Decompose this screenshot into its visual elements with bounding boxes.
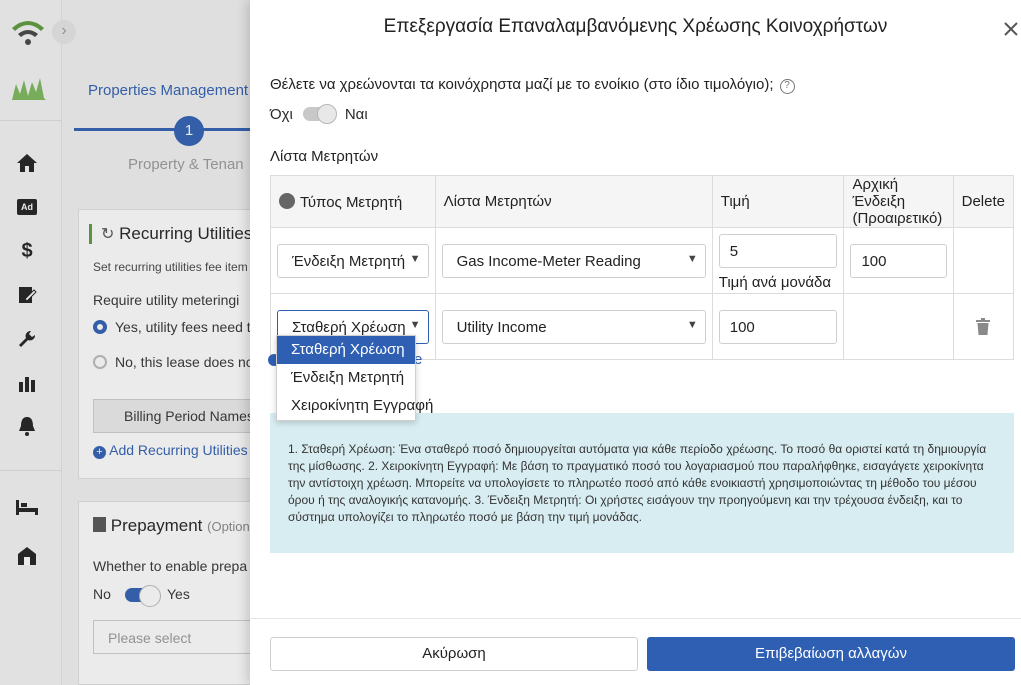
- cancel-button[interactable]: Ακύρωση: [270, 637, 638, 671]
- chevron-down-icon: ▼: [686, 318, 698, 331]
- meter-icon: [279, 192, 295, 209]
- toggle-on-label: Ναι: [344, 105, 368, 123]
- meter-type-select[interactable]: Ένδειξη Μετρητή ▼: [277, 243, 429, 278]
- header-delete: Delete: [952, 175, 1015, 228]
- delete-row-button[interactable]: [960, 294, 1007, 359]
- trash-icon: [976, 318, 991, 335]
- table-row: Ένδειξη Μετρητή ▼ Gas Income-Meter Readin…: [270, 227, 1015, 294]
- info-box: 1. Σταθερή Χρέωση: Ένα σταθερό ποσό δημι…: [270, 413, 1014, 553]
- help-icon[interactable]: ?: [779, 79, 795, 94]
- close-button[interactable]: [1001, 20, 1021, 40]
- header-meter-type: Τύπος Μετρητή: [270, 175, 436, 228]
- confirm-button[interactable]: Επιβεβαίωση αλλαγών: [647, 637, 1015, 671]
- chevron-down-icon: ▼: [409, 252, 421, 265]
- footer-divider: [250, 618, 1021, 619]
- same-invoice-question: Θέλετε να χρεώνονται τα κοινόχρηστα μαζί…: [270, 76, 795, 94]
- chevron-down-icon: ▼: [686, 252, 698, 265]
- dropdown-option-meter-reading[interactable]: Ένδειξη Μετρητή: [277, 364, 415, 392]
- header-initial-reading: Αρχική Ένδειξη (Προαιρετικό): [843, 175, 954, 228]
- price-input[interactable]: 5: [718, 234, 838, 268]
- close-icon: [1004, 22, 1018, 36]
- price-unit-label: Τιμή ανά μονάδα: [718, 274, 832, 291]
- meter-select[interactable]: Gas Income-Meter Reading ▼: [441, 243, 706, 278]
- chevron-down-icon: ▼: [409, 318, 421, 331]
- same-invoice-toggle[interactable]: [302, 104, 337, 124]
- header-meter-list: Λίστα Μετρητών: [434, 175, 713, 228]
- meter-table: Τύπος Μετρητή Λίστα Μετρητών Τιμή Αρχική…: [270, 175, 1015, 360]
- initial-reading-input[interactable]: 100: [850, 243, 947, 278]
- toggle-knob: [316, 104, 337, 124]
- meter-select[interactable]: Utility Income ▼: [441, 309, 706, 344]
- table-header-row: Τύπος Μετρητή Λίστα Μετρητών Τιμή Αρχική…: [270, 175, 1015, 228]
- price-input[interactable]: 100: [718, 309, 838, 344]
- meter-type-dropdown: Σταθερή Χρέωση Ένδειξη Μετρητή Χειροκίνη…: [276, 335, 433, 421]
- dropdown-option-fixed[interactable]: Σταθερή Χρέωση: [277, 336, 415, 364]
- same-invoice-toggle-row: Όχι Ναι: [270, 103, 368, 125]
- edit-recurring-utility-drawer: Επεξεργασία Επαναλαμβανόμενης Χρέωσης Κο…: [250, 0, 1021, 685]
- meter-list-title: Λίστα Μετρητών: [270, 148, 379, 165]
- header-price: Τιμή: [711, 175, 845, 228]
- drawer-title: Επεξεργασία Επαναλαμβανόμενης Χρέωσης Κο…: [383, 16, 888, 37]
- toggle-off-label: Όχι: [270, 105, 293, 123]
- dropdown-option-manual[interactable]: Χειροκίνητη Εγγραφή: [277, 392, 433, 420]
